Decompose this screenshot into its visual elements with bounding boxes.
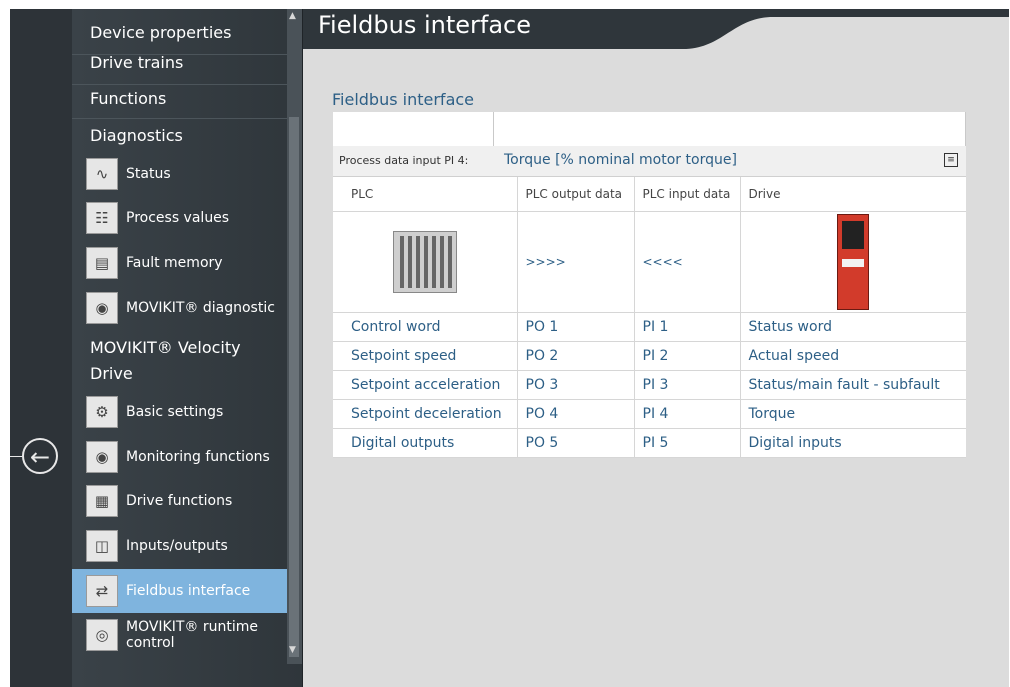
table-cell: PI 5 (634, 428, 741, 458)
nav-section-label: Functions (90, 89, 167, 108)
table-cell: Control word (333, 312, 518, 342)
table-cell: PO 5 (517, 428, 635, 458)
table-cell: Setpoint acceleration (333, 370, 518, 400)
table-cell: PI 4 (634, 399, 741, 429)
table-cell: PO 2 (517, 341, 635, 371)
table-cell: PI 2 (634, 341, 741, 371)
nav-item-label: MOVIKIT® runtime control (126, 619, 259, 651)
navigation-panel: Device properties Drive trains Functions… (72, 9, 302, 687)
inputs-outputs-icon: ◫ (86, 530, 118, 562)
nav-item-movikit-diagnostic[interactable]: ◉ MOVIKIT® diagnostic (86, 292, 292, 330)
nav-item-label: Fault memory (126, 255, 223, 271)
nav-item-runtime-control[interactable]: ◎ MOVIKIT® runtime control (86, 619, 292, 657)
nav-section-label: Diagnostics (90, 126, 183, 145)
table-row: Control word PO 1 PI 1 Status word (333, 312, 966, 342)
card-separator (493, 112, 494, 146)
main-content: Fieldbus interface Fieldbus interface Pr… (303, 9, 1009, 687)
fault-memory-icon: ▤ (86, 247, 118, 279)
card-separator (965, 112, 966, 146)
nav-scroll-thumb[interactable] (289, 117, 299, 657)
column-header-drive: Drive (740, 177, 966, 212)
table-cell: PO 1 (517, 312, 635, 342)
table-cell: Status word (740, 312, 966, 342)
nav-item-status[interactable]: ∿ Status (86, 158, 292, 196)
basic-settings-icon: ⚙ (86, 396, 118, 428)
table-image-row: >>>> <<<< (333, 211, 966, 313)
column-header-plc-input: PLC input data (634, 177, 741, 212)
nav-item-label: Drive functions (126, 493, 233, 509)
table-header-row: PLC PLC output data PLC input data Drive (333, 177, 966, 212)
output-arrows: >>>> (517, 211, 635, 313)
drive-functions-icon: ▦ (86, 485, 118, 517)
process-data-label: Process data input PI 4: (339, 154, 469, 167)
nav-item-drive-functions[interactable]: ▦ Drive functions (86, 485, 292, 523)
scroll-down-icon[interactable]: ▼ (289, 645, 296, 655)
table-cell: PO 4 (517, 399, 635, 429)
nav-item-process-values[interactable]: ☷ Process values (86, 202, 292, 240)
table-row: Digital outputs PO 5 PI 5 Digital inputs (333, 428, 966, 458)
process-values-icon: ☷ (86, 202, 118, 234)
nav-drive-trains[interactable]: Drive trains (72, 51, 292, 85)
table-cell: PI 3 (634, 370, 741, 400)
nav-item-label: Fieldbus interface (126, 583, 251, 599)
table-cell: Actual speed (740, 341, 966, 371)
scroll-up-icon[interactable]: ▲ (289, 11, 296, 21)
page-title: Fieldbus interface (318, 11, 532, 39)
eye-icon: ◉ (86, 292, 118, 324)
fieldbus-table: PLC PLC output data PLC input data Drive (333, 177, 966, 458)
card-header (333, 112, 966, 146)
table-cell: PO 3 (517, 370, 635, 400)
nav-item-label: Status (126, 166, 171, 182)
table-row: Setpoint speed PO 2 PI 2 Actual speed (333, 341, 966, 371)
nav-item-label: Monitoring functions (126, 449, 270, 465)
nav-item-fault-memory[interactable]: ▤ Fault memory (86, 247, 292, 285)
process-data-row: Process data input PI 4: Torque [% nomin… (333, 146, 966, 177)
nav-item-inputs-outputs[interactable]: ◫ Inputs/outputs (86, 530, 292, 568)
back-line (10, 456, 22, 457)
section-title: Fieldbus interface (332, 90, 475, 109)
nav-movikit-velocity-drive[interactable]: MOVIKIT® Velocity Drive (72, 335, 282, 395)
runtime-control-icon: ◎ (86, 619, 118, 651)
nav-functions[interactable]: Functions (72, 85, 292, 119)
table-cell: Status/main fault - subfault (740, 370, 966, 400)
nav-item-label: Process values (126, 210, 230, 226)
nav-item-fieldbus-interface[interactable]: ⇄ Fieldbus interface (72, 569, 302, 613)
left-rail: ← (10, 9, 73, 687)
nav-item-label: Inputs/outputs (126, 538, 228, 554)
menu-icon[interactable]: ≡ (944, 153, 958, 167)
table-cell: PI 1 (634, 312, 741, 342)
plc-device-image (392, 231, 457, 293)
column-header-plc: PLC (333, 177, 518, 212)
nav-item-label: Basic settings (126, 404, 224, 420)
table-cell: Digital outputs (333, 428, 518, 458)
table-cell: Digital inputs (740, 428, 966, 458)
nav-item-monitoring-functions[interactable]: ◉ Monitoring functions (86, 441, 292, 479)
table-cell: Setpoint speed (333, 341, 518, 371)
table-cell: Setpoint deceleration (333, 399, 518, 429)
column-header-plc-output: PLC output data (517, 177, 635, 212)
nav-section-label: Drive trains (90, 53, 184, 72)
drive-image-cell (740, 211, 966, 313)
nav-item-basic-settings[interactable]: ⚙ Basic settings (86, 396, 292, 434)
input-arrows: <<<< (634, 211, 741, 313)
nav-item-label: MOVIKIT® diagnostic (126, 300, 275, 316)
nav-section-label: MOVIKIT® Velocity Drive (90, 338, 241, 383)
table-cell: Torque (740, 399, 966, 429)
drive-device-image (837, 214, 870, 310)
table-row: Setpoint acceleration PO 3 PI 3 Status/m… (333, 370, 966, 400)
nav-diagnostics[interactable]: Diagnostics (72, 119, 292, 149)
back-button[interactable]: ← (22, 438, 58, 474)
eye-icon: ◉ (86, 441, 118, 473)
plc-image-cell (333, 211, 518, 313)
process-data-value[interactable]: Torque [% nominal motor torque] (504, 152, 737, 168)
nav-section-label: Device properties (90, 23, 232, 42)
fieldbus-icon: ⇄ (86, 575, 118, 607)
table-row: Setpoint deceleration PO 4 PI 4 Torque (333, 399, 966, 429)
status-icon: ∿ (86, 158, 118, 190)
app-window: ← Device properties Drive trains Functio… (10, 9, 1009, 687)
